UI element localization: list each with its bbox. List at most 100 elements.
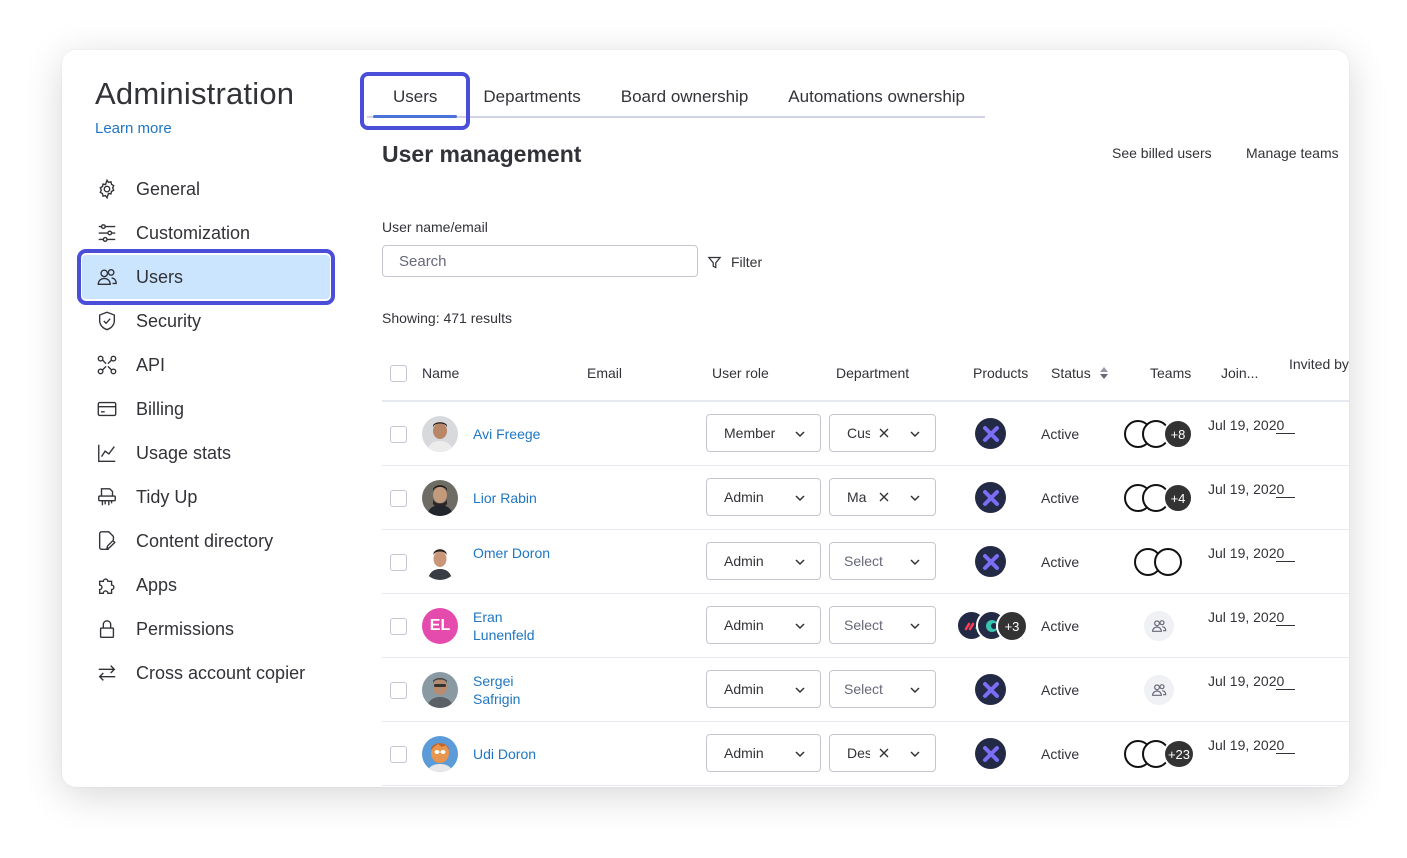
- avatar-initials: EL: [422, 608, 458, 644]
- results-count: Showing: 471 results: [382, 310, 512, 326]
- department-value: Ma: [847, 489, 867, 505]
- header-invited-by[interactable]: Invited by: [1289, 354, 1349, 375]
- sidebar-item-apps[interactable]: Apps: [82, 563, 330, 607]
- close-icon[interactable]: [878, 491, 890, 503]
- tab-board-ownership[interactable]: Board ownership: [601, 78, 769, 116]
- table-row: Avi Freege Member Cus Active +8 Jul 19, …: [382, 402, 1349, 466]
- tab-users[interactable]: Users: [359, 72, 471, 130]
- admin-panel: Administration Learn more General Custom…: [62, 50, 1349, 787]
- department-select[interactable]: Select: [829, 670, 936, 708]
- search-input[interactable]: [382, 245, 698, 277]
- row-checkbox[interactable]: [390, 426, 407, 443]
- teams-more-badge[interactable]: +8: [1163, 419, 1193, 449]
- puzzle-icon: [95, 573, 119, 597]
- row-checkbox[interactable]: [390, 746, 407, 763]
- avatar: [422, 736, 458, 772]
- filter-button[interactable]: Filter: [707, 254, 762, 270]
- user-name-link[interactable]: Sergei Safrigin: [473, 672, 553, 708]
- sidebar-item-cross-account-copier[interactable]: Cross account copier: [82, 651, 330, 695]
- sidebar-item-content-directory[interactable]: Content directory: [82, 519, 330, 563]
- row-checkbox[interactable]: [390, 618, 407, 635]
- header-department[interactable]: Department: [836, 365, 909, 381]
- team-placeholder-icon: [1144, 611, 1174, 641]
- shield-icon: [95, 309, 119, 333]
- sidebar-item-billing[interactable]: Billing: [82, 387, 330, 431]
- sidebar-item-security[interactable]: Security: [82, 299, 330, 343]
- swap-arrows-icon: [95, 661, 119, 685]
- sidebar-item-label: Apps: [136, 574, 178, 595]
- see-billed-users-link[interactable]: See billed users: [1112, 145, 1212, 161]
- chevron-down-icon: [795, 495, 805, 502]
- close-icon[interactable]: [878, 427, 890, 439]
- joined-text: Jul 19, 2020: [1208, 481, 1285, 497]
- api-icon: [95, 353, 119, 377]
- role-select[interactable]: Member: [706, 414, 821, 452]
- products-more-badge[interactable]: +3: [996, 610, 1028, 642]
- sidebar-item-api[interactable]: API: [82, 343, 330, 387]
- header-name[interactable]: Name: [422, 365, 459, 381]
- chart-icon: [95, 441, 119, 465]
- chevron-down-icon: [795, 623, 805, 630]
- invited-by-value: [1276, 689, 1295, 690]
- role-select[interactable]: Admin: [706, 734, 821, 772]
- header-products[interactable]: Products: [973, 365, 1028, 381]
- department-select[interactable]: Cus: [829, 414, 936, 452]
- department-select[interactable]: Ma: [829, 478, 936, 516]
- row-checkbox[interactable]: [390, 490, 407, 507]
- user-name-link[interactable]: Lior Rabin: [473, 489, 553, 507]
- sidebar-item-label: General: [136, 178, 201, 199]
- department-placeholder: Select: [844, 553, 883, 569]
- table-row: Sergei Safrigin Admin Select Active Jul …: [382, 658, 1349, 722]
- row-checkbox[interactable]: [390, 682, 407, 699]
- close-icon[interactable]: [878, 747, 890, 759]
- user-name-link[interactable]: Eran Lunenfeld: [473, 608, 553, 644]
- role-select[interactable]: Admin: [706, 542, 821, 580]
- department-select[interactable]: Select: [829, 542, 936, 580]
- user-name-link[interactable]: Avi Freege: [473, 425, 553, 443]
- sidebar-item-general[interactable]: General: [82, 167, 330, 211]
- joined-text: Jul 19, 2020: [1208, 545, 1285, 561]
- row-checkbox[interactable]: [390, 554, 407, 571]
- teams-more-badge[interactable]: +23: [1163, 739, 1195, 769]
- chevron-down-icon: [795, 431, 805, 438]
- status-text: Active: [1041, 426, 1080, 442]
- select-all-checkbox[interactable]: [390, 365, 407, 382]
- tab-departments[interactable]: Departments: [463, 78, 600, 116]
- sort-icon: [1099, 367, 1108, 379]
- chevron-down-icon: [910, 751, 920, 758]
- tab-automations-ownership[interactable]: Automations ownership: [768, 78, 985, 116]
- sidebar-item-tidy-up[interactable]: Tidy Up: [82, 475, 330, 519]
- team-placeholder-icon: [1144, 675, 1174, 705]
- sliders-icon: [95, 221, 119, 245]
- sidebar-item-permissions[interactable]: Permissions: [82, 607, 330, 651]
- manage-teams-link[interactable]: Manage teams: [1246, 145, 1339, 161]
- document-edit-icon: [95, 529, 119, 553]
- header-user-role[interactable]: User role: [712, 365, 769, 381]
- role-select[interactable]: Admin: [706, 670, 821, 708]
- header-joined[interactable]: Join...: [1221, 365, 1258, 381]
- department-select[interactable]: Des: [829, 734, 936, 772]
- sidebar-item-usage-stats[interactable]: Usage stats: [82, 431, 330, 475]
- department-select[interactable]: Select: [829, 606, 936, 644]
- role-value: Admin: [724, 553, 764, 569]
- team-icon: [1154, 548, 1182, 576]
- header-status[interactable]: Status: [1051, 365, 1109, 381]
- chevron-down-icon: [795, 751, 805, 758]
- sidebar-item-customization[interactable]: Customization: [82, 211, 330, 255]
- sidebar-item-label: Security: [136, 310, 202, 331]
- user-name-link[interactable]: Omer Doron: [473, 544, 553, 562]
- header-teams[interactable]: Teams: [1150, 365, 1191, 381]
- role-select[interactable]: Admin: [706, 606, 821, 644]
- avatar: [422, 544, 458, 580]
- sidebar-item-users[interactable]: Users: [77, 249, 335, 305]
- admin-title: Administration: [95, 76, 295, 111]
- role-select[interactable]: Admin: [706, 478, 821, 516]
- teams-more-badge[interactable]: +4: [1163, 483, 1193, 513]
- joined-date: Jul 19, 2020: [1208, 608, 1284, 626]
- header-email[interactable]: Email: [587, 365, 622, 381]
- user-name-link[interactable]: Udi Doron: [473, 745, 553, 763]
- avatar: [422, 480, 458, 516]
- product-logo-icon: [975, 674, 1006, 705]
- role-value: Admin: [724, 745, 764, 761]
- learn-more-link[interactable]: Learn more: [95, 120, 172, 137]
